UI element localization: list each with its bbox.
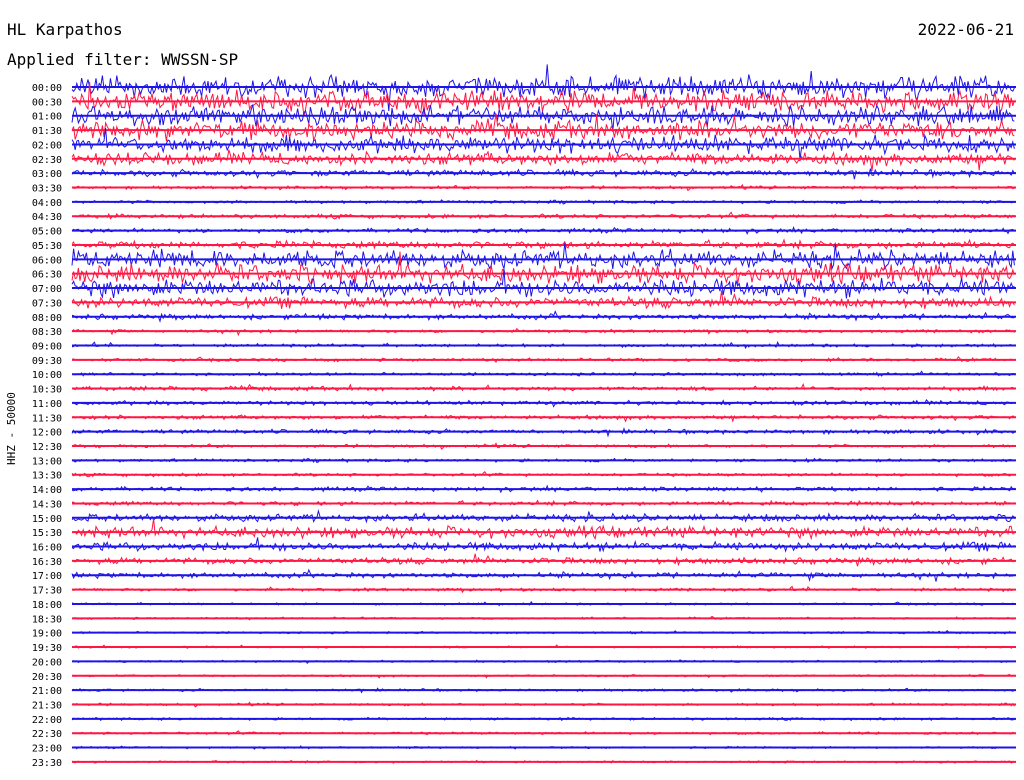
trace-1530 (71, 518, 1015, 541)
row-label-1230: 12:30 (32, 442, 62, 453)
row-label-0200: 02:00 (32, 140, 62, 151)
row-label-0230: 02:30 (32, 155, 62, 166)
row-label-0500: 05:00 (32, 227, 62, 238)
trace-2130 (71, 701, 1015, 708)
row-label-1030: 10:30 (32, 385, 62, 396)
row-label-1430: 14:30 (32, 499, 62, 510)
row-label-0930: 09:30 (32, 356, 62, 367)
row-label-2030: 20:30 (32, 672, 62, 683)
row-label-1700: 17:00 (32, 571, 62, 582)
trace-2300 (71, 745, 1015, 750)
row-label-1930: 19:30 (32, 643, 62, 654)
row-label-2330: 23:30 (32, 758, 62, 769)
row-label-1500: 15:00 (32, 514, 62, 525)
trace-0930 (71, 356, 1015, 363)
row-label-2230: 22:30 (32, 729, 62, 740)
row-label-0000: 00:00 (32, 83, 62, 94)
row-label-2000: 20:00 (32, 657, 62, 668)
trace-0600 (71, 242, 1015, 271)
row-label-2200: 22:00 (32, 715, 62, 726)
channel-label-text: HHZ - 50000 (5, 392, 18, 465)
trace-0230 (71, 149, 1015, 172)
row-label-1300: 13:00 (32, 456, 62, 467)
row-label-0800: 08:00 (32, 313, 62, 324)
row-label-1400: 14:00 (32, 485, 62, 496)
trace-1500 (71, 509, 1015, 524)
row-label-0700: 07:00 (32, 284, 62, 295)
row-label-0430: 04:30 (32, 212, 62, 223)
row-label-1130: 11:30 (32, 413, 62, 424)
seismogram-plot: 00:00 00:30 01:00 01:30 02:00 02:30 03:00 03:30… (32, 64, 1016, 769)
row-label-0100: 01:00 (32, 112, 62, 123)
row-label-1330: 13:30 (32, 471, 62, 482)
row-label-1600: 16:00 (32, 543, 62, 554)
trace-1600 (71, 537, 1015, 553)
row-label-0630: 06:30 (32, 270, 62, 281)
row-label-1200: 12:00 (32, 428, 62, 439)
row-label-0730: 07:30 (32, 298, 62, 309)
row-label-1800: 18:00 (32, 600, 62, 611)
row-label-2100: 21:00 (32, 686, 62, 697)
row-label-0130: 01:30 (32, 126, 62, 137)
trace-group (71, 64, 1016, 764)
row-label-0030: 00:30 (32, 97, 62, 108)
row-label-1530: 15:30 (32, 528, 62, 539)
row-label-1730: 17:30 (32, 586, 62, 597)
row-label-0600: 06:00 (32, 255, 62, 266)
row-label-1100: 11:00 (32, 399, 62, 410)
trace-1730 (71, 585, 1015, 594)
row-label-0530: 05:30 (32, 241, 62, 252)
row-label-1830: 18:30 (32, 614, 62, 625)
row-label-0300: 03:00 (32, 169, 62, 180)
row-label-0400: 04:00 (32, 198, 62, 209)
row-label-2300: 23:00 (32, 744, 62, 755)
row-label-0900: 09:00 (32, 341, 62, 352)
row-label-1900: 19:00 (32, 629, 62, 640)
row-label-2130: 21:30 (32, 700, 62, 711)
trace-1330 (71, 471, 1015, 478)
row-label-0330: 03:30 (32, 184, 62, 195)
row-label-1630: 16:30 (32, 557, 62, 568)
row-label-1000: 10:00 (32, 370, 62, 381)
row-label-0830: 08:30 (32, 327, 62, 338)
time-label-group: 00:00 00:30 01:00 01:30 02:00 02:30 03:00 03:30… (32, 83, 62, 769)
